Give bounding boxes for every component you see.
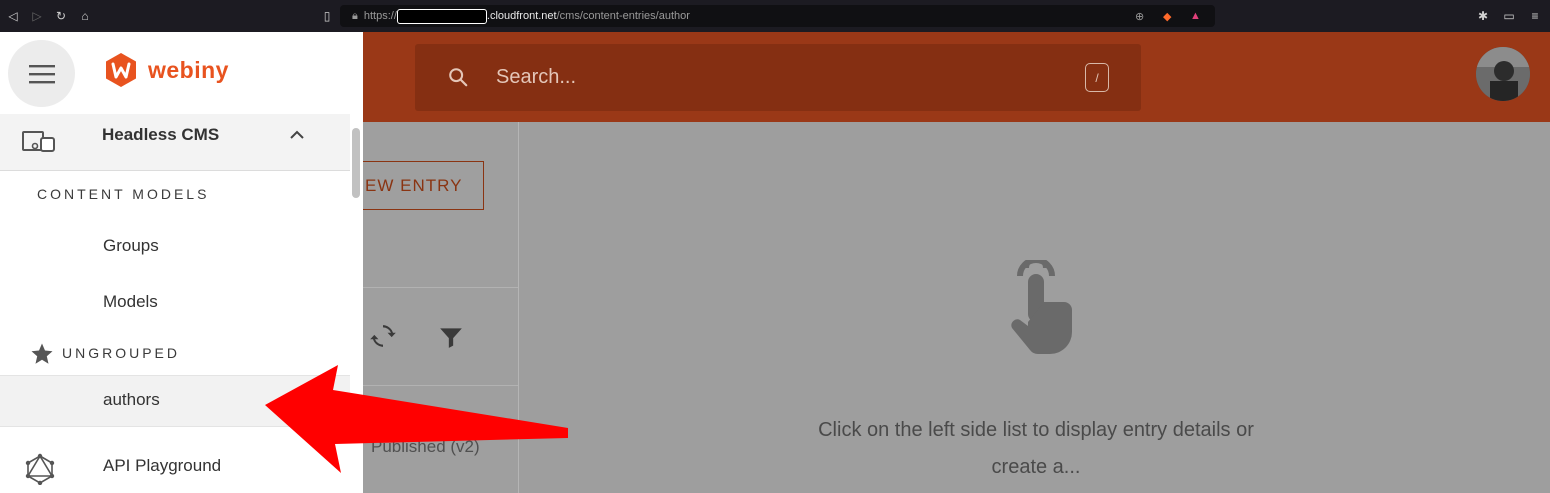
hamburger-icon [28, 64, 55, 83]
sidebar-item-headless-cms[interactable]: Headless CMS [0, 114, 350, 171]
menu-icon[interactable]: ≡ [1524, 5, 1546, 27]
section-ungrouped: UNGROUPED [62, 345, 181, 361]
sidebar-item-label: API Playground [103, 456, 222, 475]
sidebar-item-groups[interactable]: Groups [0, 222, 350, 272]
search-bar[interactable]: Search... / [415, 44, 1141, 111]
extensions-icon[interactable]: ✱ [1472, 5, 1494, 27]
app-viewport: Search... / EW ENTRY Published (v2) Clic… [0, 32, 1550, 493]
sidebar-item-models[interactable]: Models [0, 278, 350, 328]
search-placeholder: Search... [496, 66, 577, 88]
search-shortcut-key: / [1085, 63, 1109, 92]
star-icon [31, 343, 53, 364]
url-scheme: https:// [363, 10, 397, 22]
zoom-icon[interactable]: ⊕ [1135, 10, 1144, 23]
redacted-url-part [396, 8, 487, 24]
avatar-image [1476, 47, 1530, 101]
back-icon[interactable]: ◁ [2, 5, 24, 27]
forward-icon[interactable]: ▷ [26, 5, 48, 27]
webiny-logo[interactable]: webiny [104, 52, 229, 88]
address-bar[interactable]: 🔒︎ https:// .cloudfront.net /cms/content… [340, 5, 1215, 27]
section-content-models: CONTENT MODELS [37, 186, 210, 202]
devices-icon [22, 131, 55, 152]
graphql-icon [25, 453, 55, 485]
logo-text: webiny [148, 56, 229, 83]
empty-state-message: Click on the left side list to display e… [818, 419, 1254, 478]
sidebar-item-label: authors [103, 390, 160, 409]
refresh-icon[interactable] [370, 322, 396, 350]
search-icon [449, 68, 468, 87]
url-host: .cloudfront.net [486, 10, 557, 22]
brave-shield-icon[interactable]: ◆ [1163, 10, 1171, 23]
webiny-logo-icon [106, 53, 136, 87]
filter-icon[interactable] [438, 323, 464, 351]
annotation-arrow-icon [265, 365, 568, 473]
bookmark-icon[interactable]: ▯ [316, 5, 338, 27]
new-entry-button[interactable]: EW ENTRY [362, 161, 484, 210]
user-avatar[interactable] [1476, 47, 1530, 101]
touch-hand-icon [1011, 260, 1072, 354]
brave-rewards-icon[interactable]: ▲ [1190, 10, 1201, 22]
drawer-scrollbar[interactable] [352, 128, 360, 198]
new-entry-label: EW ENTRY [365, 175, 463, 195]
sidebar-item-label: Headless CMS [102, 125, 220, 144]
drawer-header: webiny [0, 32, 363, 114]
divider [363, 287, 518, 288]
sidebar-item-label: Groups [103, 236, 159, 255]
reload-icon[interactable]: ↻ [50, 5, 72, 27]
url-path: /cms/content-entries/author [556, 10, 690, 22]
wallet-icon[interactable]: ▭ [1498, 5, 1520, 27]
browser-toolbar: ◁ ▷ ↻ ⌂ ▯ 🔒︎ https:// .cloudfront.net /c… [0, 0, 1550, 32]
chevron-up-icon[interactable] [289, 128, 305, 140]
lock-icon: 🔒︎ [352, 9, 358, 22]
sidebar-item-label: Models [103, 292, 158, 311]
home-icon[interactable]: ⌂ [74, 5, 96, 27]
hamburger-menu-button[interactable] [8, 40, 75, 107]
